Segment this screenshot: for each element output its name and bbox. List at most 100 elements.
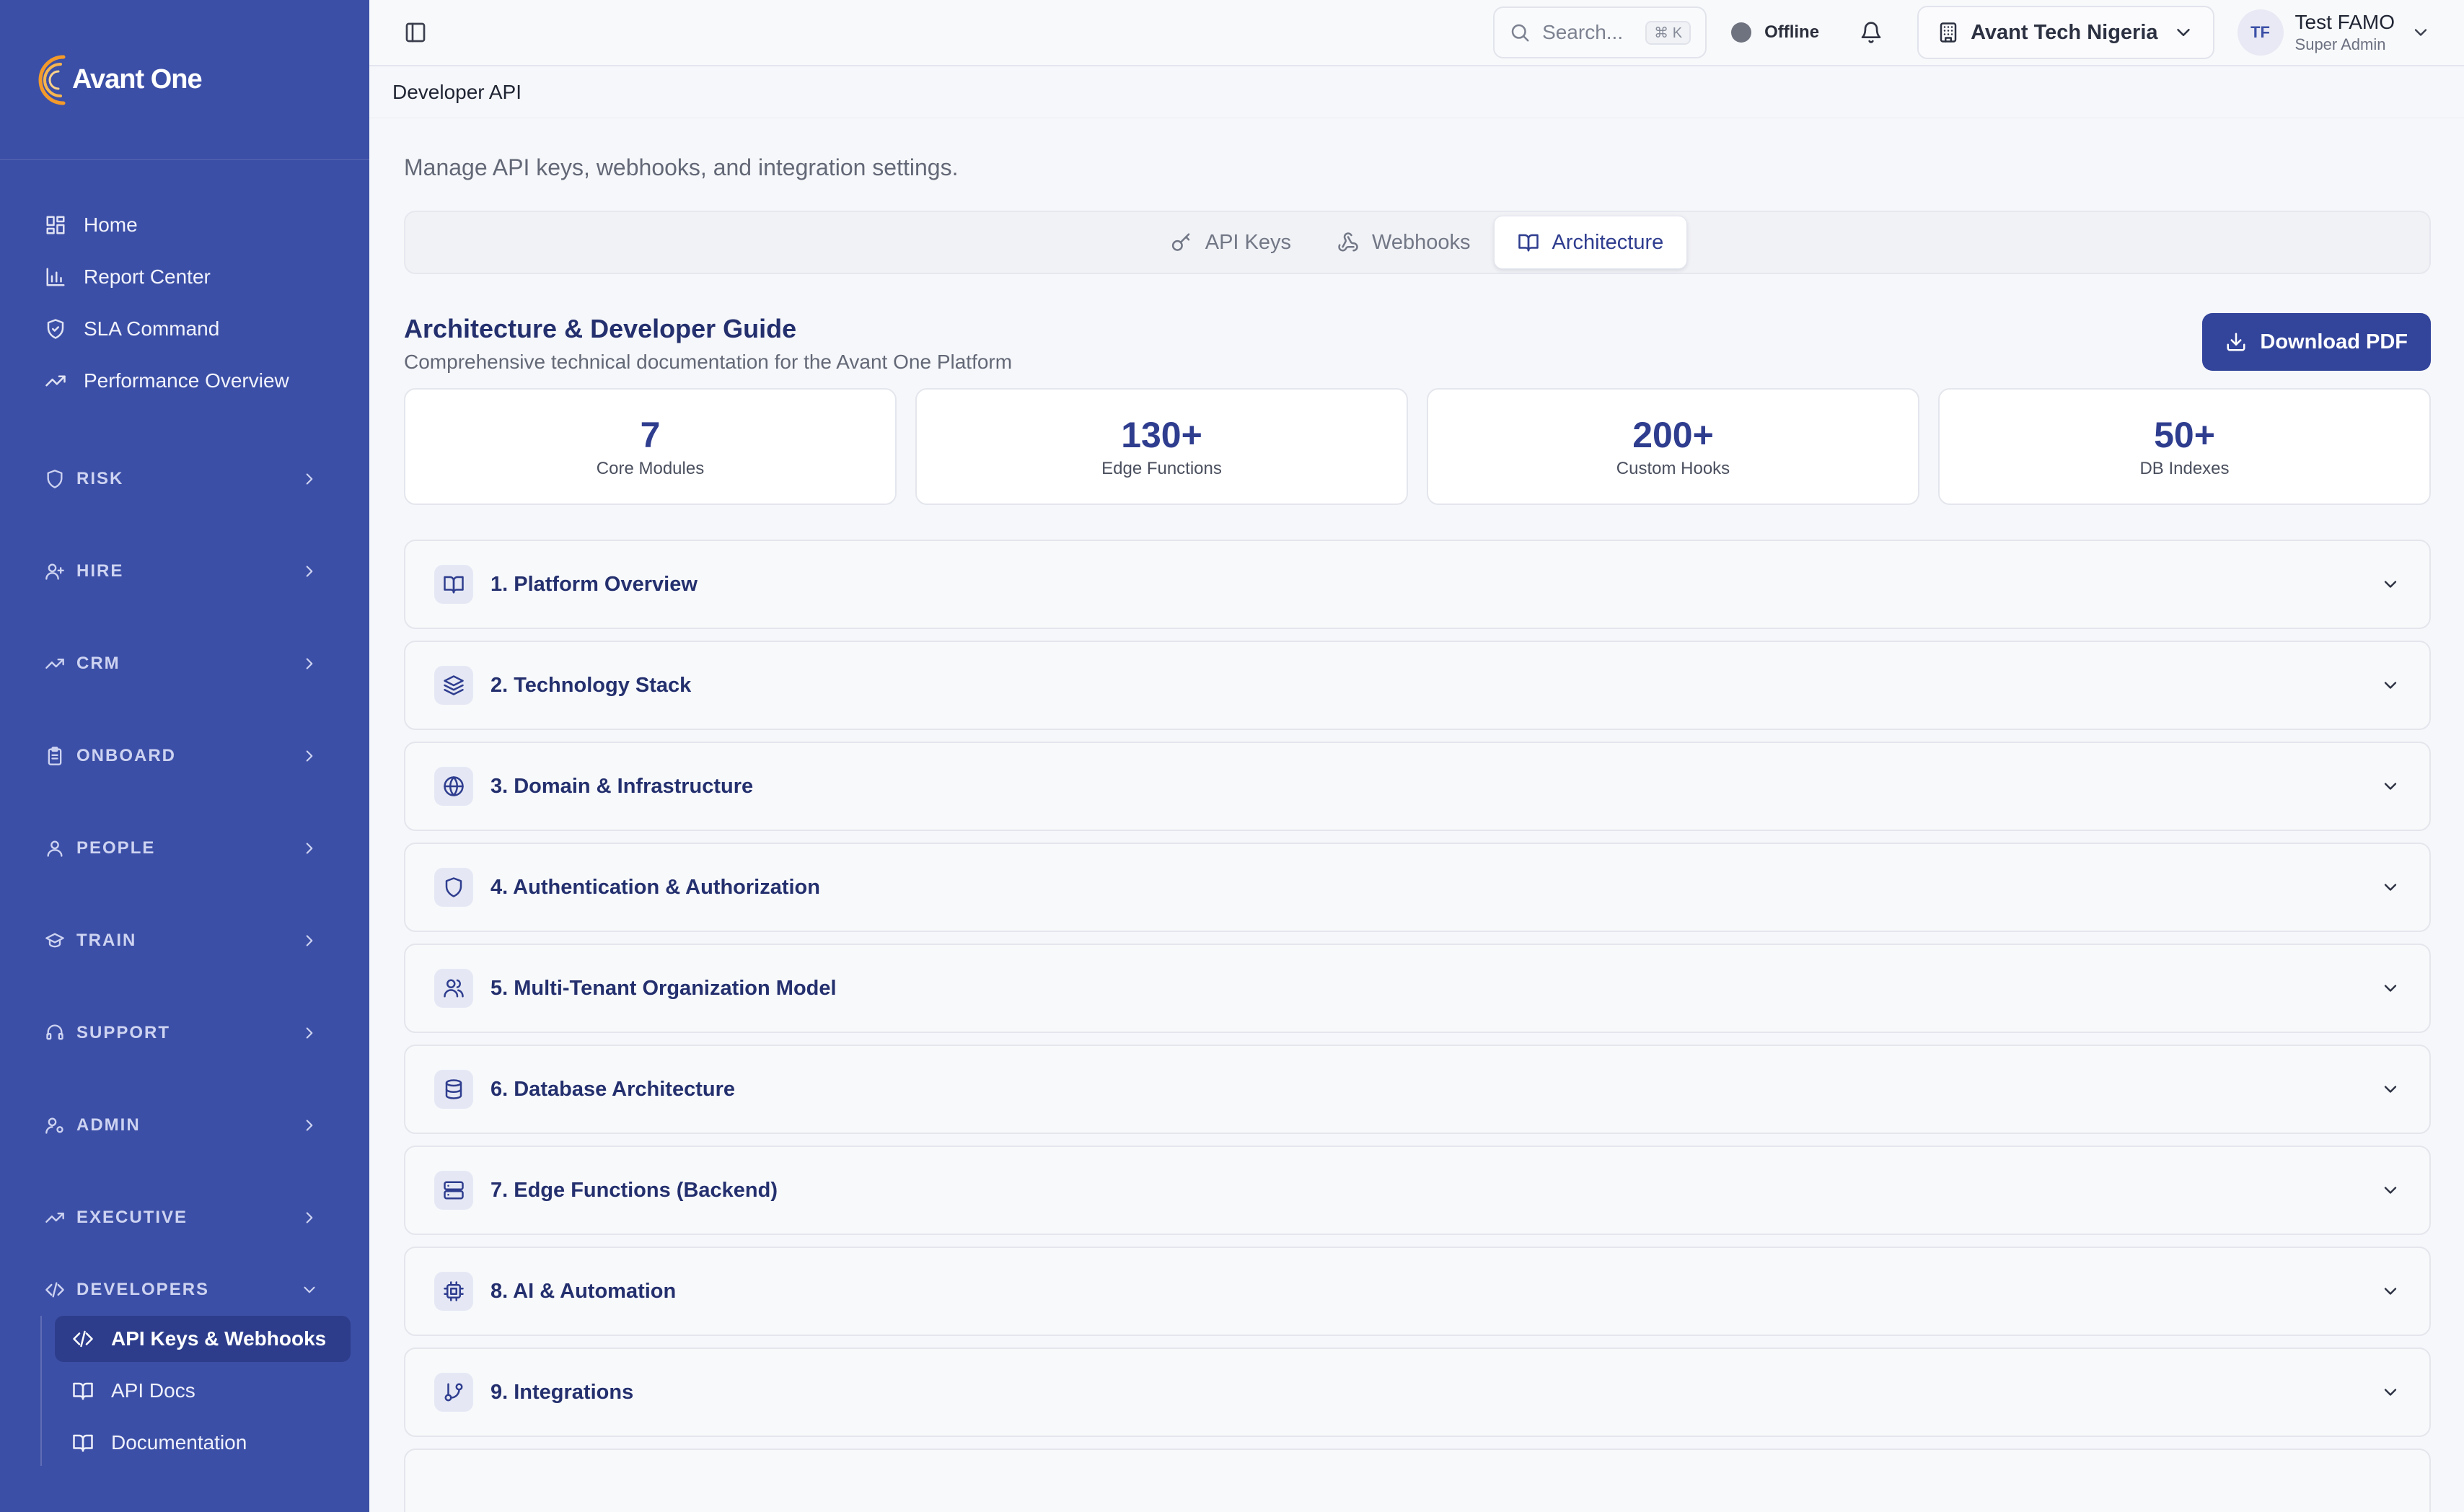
chevron-down-icon: [2384, 1288, 2397, 1295]
chevron-right-icon: [306, 1212, 313, 1223]
accordion-title: 7. Edge Functions (Backend): [490, 1178, 778, 1202]
download-pdf-button[interactable]: Download PDF: [2202, 313, 2431, 371]
sidebar-item-documentation[interactable]: Documentation: [55, 1420, 351, 1466]
sidebar-section-risk[interactable]: RISK: [0, 433, 369, 525]
sidebar-item-sla-command[interactable]: SLA Command: [0, 303, 369, 355]
user-name: Test FAMO: [2294, 11, 2395, 33]
chevron-down-icon: [2414, 29, 2427, 36]
chevron-right-icon: [306, 1027, 313, 1039]
section-icon-box: [434, 565, 473, 604]
accordion-title: 5. Multi-Tenant Organization Model: [490, 976, 837, 1000]
sidebar-section-support[interactable]: SUPPORT: [0, 987, 369, 1079]
status-label: Offline: [1764, 22, 1820, 42]
sidebar-item-label: SLA Command: [84, 317, 220, 340]
chevron-down-icon: [304, 1286, 315, 1293]
bar-chart-icon: [46, 268, 65, 286]
section-icon-box: [434, 868, 473, 907]
sidebar-section-developers[interactable]: DEVELOPERS: [0, 1264, 369, 1316]
chevron-down-icon: [2384, 1086, 2397, 1093]
status-dot: [1731, 22, 1752, 43]
stat-card: 7 Core Modules: [404, 388, 897, 505]
sidebar-section-crm[interactable]: CRM: [0, 617, 369, 710]
accordion-database-architecture[interactable]: 6. Database Architecture: [404, 1045, 2431, 1134]
stat-label: DB Indexes: [2139, 459, 2230, 478]
accordion-multi-tenant-model[interactable]: 5. Multi-Tenant Organization Model: [404, 944, 2431, 1033]
sidebar-item-performance-overview[interactable]: Performance Overview: [0, 355, 369, 407]
git-branch-icon: [444, 1383, 463, 1402]
accordion-authentication-authorization[interactable]: 4. Authentication & Authorization: [404, 843, 2431, 932]
guide-heading-group: Architecture & Developer Guide Comprehen…: [404, 313, 1012, 374]
sidebar-section-hire[interactable]: HIRE: [0, 525, 369, 617]
cpu-icon: [444, 1281, 464, 1301]
tab-bar: API Keys Webhooks Architecture: [404, 211, 2431, 274]
chevron-right-icon: [306, 473, 313, 485]
accordion-title: 3. Domain & Infrastructure: [490, 774, 754, 798]
section-icon-box: [434, 767, 473, 806]
notifications-button[interactable]: [1848, 9, 1894, 56]
tab-webhooks[interactable]: Webhooks: [1314, 216, 1494, 269]
org-switcher[interactable]: Avant Tech Nigeria: [1917, 6, 2214, 59]
accordion-title: 6. Database Architecture: [490, 1077, 736, 1101]
search-input[interactable]: Search... ⌘ K: [1493, 6, 1707, 58]
stat-card: 200+ Custom Hooks: [1427, 388, 1919, 505]
layers-icon: [444, 675, 464, 695]
database-icon: [445, 1079, 462, 1099]
sidebar-item-api-keys-webhooks[interactable]: API Keys & Webhooks: [55, 1316, 351, 1362]
sidebar-section-executive[interactable]: EXECUTIVE: [0, 1172, 369, 1264]
main-area: Search... ⌘ K Offline Avant Tech Nigeria…: [369, 0, 2464, 1512]
accordion-next-partial[interactable]: [404, 1449, 2431, 1512]
user-cog-icon: [45, 1117, 63, 1134]
chevron-right-icon: [306, 935, 313, 946]
user-menu[interactable]: TF Test FAMO Super Admin: [2237, 9, 2444, 56]
search-icon: [1511, 24, 1529, 42]
sidebar-item-label: Performance Overview: [84, 369, 289, 392]
sidebar-section-people[interactable]: PEOPLE: [0, 802, 369, 895]
trend-icon: [45, 375, 66, 387]
accordion-integrations[interactable]: 9. Integrations: [404, 1348, 2431, 1437]
sidebar-item-label: API Keys & Webhooks: [111, 1327, 327, 1350]
grid-icon: [46, 216, 65, 234]
stat-value: 200+: [1632, 415, 1714, 455]
logo[interactable]: Avant One: [0, 0, 369, 160]
code-icon: [45, 1282, 64, 1298]
section-icon-box: [434, 1272, 473, 1311]
sidebar-item-report-center[interactable]: Report Center: [0, 251, 369, 303]
sidebar-section-train[interactable]: TRAIN: [0, 895, 369, 987]
chevron-down-icon: [2384, 581, 2397, 588]
sidebar-section-admin[interactable]: ADMIN: [0, 1079, 369, 1172]
section-icon-box: [434, 969, 473, 1008]
graduation-cap-icon: [45, 933, 64, 948]
chevron-down-icon: [2384, 884, 2397, 891]
key-icon: [1171, 233, 1189, 251]
stat-card: 130+ Edge Functions: [915, 388, 1408, 505]
accordion-technology-stack[interactable]: 2. Technology Stack: [404, 641, 2431, 730]
sidebar-section-onboard[interactable]: ONBOARD: [0, 710, 369, 802]
accordion-edge-functions[interactable]: 7. Edge Functions (Backend): [404, 1146, 2431, 1235]
accordion-platform-overview[interactable]: 1. Platform Overview: [404, 540, 2431, 629]
server-icon: [444, 1181, 464, 1200]
sidebar-item-api-docs[interactable]: API Docs: [55, 1368, 351, 1414]
tab-architecture[interactable]: Architecture: [1493, 216, 1688, 269]
section-label: RISK: [76, 469, 124, 488]
accordion-title: 9. Integrations: [490, 1380, 634, 1404]
sidebar-item-label: API Docs: [111, 1379, 195, 1402]
sidebar-item-label: Report Center: [84, 265, 211, 288]
download-pdf-label: Download PDF: [2260, 330, 2408, 353]
section-icon-box: [434, 666, 473, 705]
download-icon: [2227, 333, 2245, 351]
stat-label: Edge Functions: [1101, 459, 1222, 478]
accordion-ai-automation[interactable]: 8. AI & Automation: [404, 1247, 2431, 1336]
sidebar: Avant One Home Report Center SLA Command…: [0, 0, 369, 1512]
chevron-down-icon: [2384, 1389, 2397, 1396]
sidebar-sections: RISK HIRE CRM ONBOARD PEOPLE TRAIN SUPPO…: [0, 433, 369, 1466]
sidebar-toggle-button[interactable]: [390, 6, 441, 58]
guide-header: Architecture & Developer Guide Comprehen…: [404, 313, 2431, 374]
globe-icon: [444, 776, 464, 796]
trend-icon: [45, 659, 64, 669]
section-label: TRAIN: [76, 931, 137, 950]
trend-icon: [45, 1213, 64, 1223]
sidebar-item-home[interactable]: Home: [0, 199, 369, 251]
chevron-down-icon: [2384, 783, 2397, 790]
accordion-domain-infrastructure[interactable]: 3. Domain & Infrastructure: [404, 742, 2431, 831]
tab-api-keys[interactable]: API Keys: [1148, 216, 1314, 269]
